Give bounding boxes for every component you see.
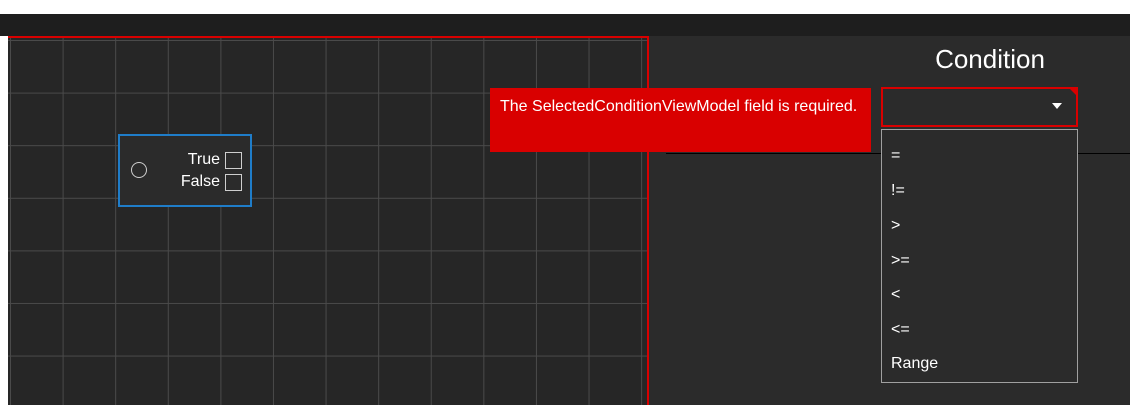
condition-select[interactable] xyxy=(881,87,1078,127)
option-label: False xyxy=(180,173,220,190)
dropdown-item-lt[interactable]: < xyxy=(891,280,1071,310)
option-label: True xyxy=(187,151,220,168)
dropdown-item-range[interactable]: Range xyxy=(891,349,1071,379)
window-top-strip xyxy=(0,0,1130,14)
node-option-true: True xyxy=(120,150,242,170)
dropdown-item-gt[interactable]: > xyxy=(891,211,1071,241)
condition-node[interactable]: True False xyxy=(118,134,252,207)
node-option-false: False xyxy=(120,172,242,192)
dropdown-item-eq[interactable]: = xyxy=(891,141,1071,171)
title-bar xyxy=(0,14,1130,36)
dropdown-item-neq[interactable]: != xyxy=(891,176,1071,206)
validation-error-tooltip: The SelectedConditionViewModel field is … xyxy=(490,88,871,152)
true-checkbox[interactable] xyxy=(225,151,242,169)
dropdown-item-gte[interactable]: >= xyxy=(891,246,1071,276)
panel-title: Condition xyxy=(935,44,1045,74)
false-checkbox[interactable] xyxy=(225,173,242,191)
dropdown-item-lte[interactable]: <= xyxy=(891,315,1071,345)
error-indicator-icon xyxy=(1068,87,1078,97)
chevron-down-icon[interactable] xyxy=(1052,103,1062,109)
condition-dropdown-list: = != > >= < <= Range xyxy=(881,129,1078,383)
left-edge xyxy=(0,36,8,405)
